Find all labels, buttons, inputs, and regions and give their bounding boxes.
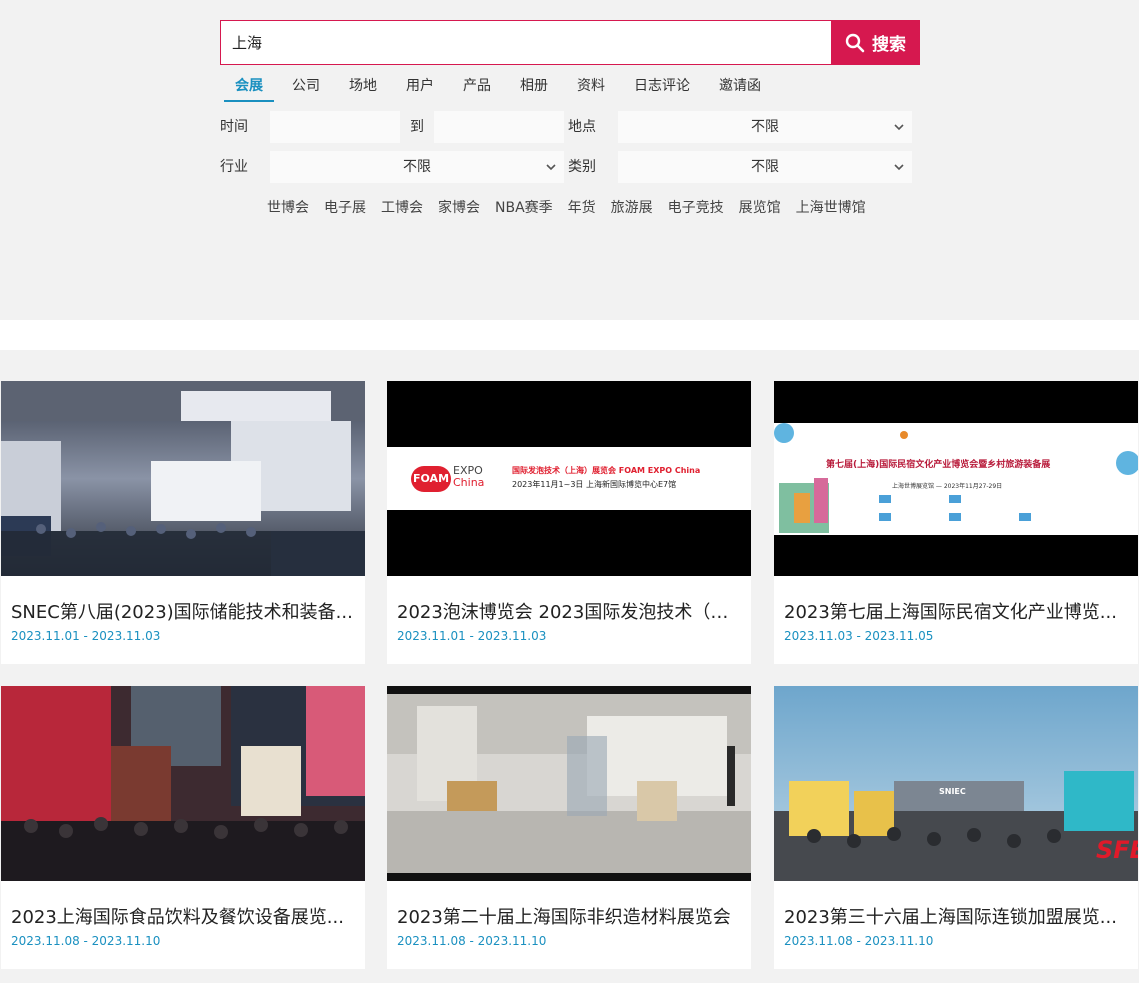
keyword-link[interactable]: 工博会 <box>381 197 423 217</box>
search-type-tabs: 会展 公司 场地 用户 产品 相册 资料 日志评论 邀请函 <box>224 76 772 102</box>
tab-blog-comments[interactable]: 日志评论 <box>623 76 701 102</box>
search-input[interactable] <box>220 20 831 65</box>
search-bar: 搜索 <box>220 20 920 65</box>
exhibition-photo: SNIEC SFE <box>774 686 1138 881</box>
tab-venues[interactable]: 场地 <box>338 76 388 102</box>
category-select[interactable]: 不限 <box>618 151 912 183</box>
keyword-link[interactable]: 展览馆 <box>739 197 781 217</box>
hot-keywords: 世博会 电子展 工博会 家博会 NBA赛季 年货 旅游展 电子竞技 展览馆 上海… <box>267 197 881 217</box>
exhibition-date: 2023.11.03 - 2023.11.05 <box>784 629 934 643</box>
exhibition-title[interactable]: 2023第三十六届上海国际连锁加盟展览... <box>784 903 1130 929</box>
to-label: 到 <box>410 119 424 135</box>
search-button[interactable]: 搜索 <box>831 20 920 65</box>
exhibition-card[interactable]: SNEC第八届(2023)国际储能技术和装备... 2023.11.01 - 2… <box>1 381 365 664</box>
keyword-link[interactable]: 电子竞技 <box>668 197 724 217</box>
foam-logo: FOAM <box>411 466 451 492</box>
exhibition-title[interactable]: 2023第二十届上海国际非织造材料展览会 <box>397 903 743 929</box>
venue-sign: SNIEC <box>939 787 966 796</box>
banner-subline: 上海世博展览馆 — 2023年11月27-29日 <box>892 483 1003 490</box>
exhibition-date: 2023.11.08 - 2023.11.10 <box>784 934 934 948</box>
start-date-input[interactable] <box>270 111 400 143</box>
tab-exhibitions[interactable]: 会展 <box>224 76 274 102</box>
tab-albums[interactable]: 相册 <box>509 76 559 102</box>
banner-subline: 2023年11月1~3日 上海新国际博览中心E7馆 <box>512 480 677 489</box>
tab-documents[interactable]: 资料 <box>566 76 616 102</box>
exhibition-date: 2023.11.01 - 2023.11.03 <box>397 629 547 643</box>
exhibition-card[interactable]: 2023上海国际食品饮料及餐饮设备展览... 2023.11.08 - 2023… <box>1 686 365 969</box>
industry-label: 行业 <box>220 159 248 175</box>
keyword-link[interactable]: 家博会 <box>438 197 480 217</box>
exhibition-photo <box>387 686 751 881</box>
location-select[interactable]: 不限 <box>618 111 912 143</box>
keyword-link[interactable]: 世博会 <box>267 197 309 217</box>
end-date-input[interactable] <box>434 111 564 143</box>
search-button-label: 搜索 <box>872 35 906 55</box>
keyword-link[interactable]: 年货 <box>568 197 596 217</box>
exhibition-card[interactable]: FOAM EXPO China 国际发泡技术（上海）展览会 FOAM EXPO … <box>387 381 751 664</box>
location-label: 地点 <box>568 119 596 135</box>
keyword-link[interactable]: NBA赛季 <box>495 197 553 217</box>
exhibition-banner: 第七届(上海)国际民宿文化产业博览会暨乡村旅游装备展 上海世博展览馆 — 202… <box>774 381 1138 576</box>
exhibition-title[interactable]: SNEC第八届(2023)国际储能技术和装备... <box>11 598 357 624</box>
tab-users[interactable]: 用户 <box>395 76 445 102</box>
exhibition-date: 2023.11.08 - 2023.11.10 <box>11 934 161 948</box>
tab-invitations[interactable]: 邀请函 <box>708 76 772 102</box>
exhibition-title[interactable]: 2023泡沫博览会 2023国际发泡技术（上... <box>397 598 743 624</box>
keyword-link[interactable]: 电子展 <box>324 197 366 217</box>
chevron-down-icon <box>546 164 556 171</box>
industry-select-value: 不限 <box>403 159 431 175</box>
exhibition-title[interactable]: 2023上海国际食品饮料及餐饮设备展览... <box>11 903 357 929</box>
tab-products[interactable]: 产品 <box>452 76 502 102</box>
exhibition-banner: FOAM EXPO China 国际发泡技术（上海）展览会 FOAM EXPO … <box>387 381 751 576</box>
keyword-link[interactable]: 上海世博馆 <box>796 197 866 217</box>
keyword-link[interactable]: 旅游展 <box>611 197 653 217</box>
exhibition-photo <box>1 686 365 881</box>
banner-headline: 第七届(上海)国际民宿文化产业博览会暨乡村旅游装备展 <box>826 460 1051 470</box>
exhibition-card[interactable]: 2023第二十届上海国际非织造材料展览会 2023.11.08 - 2023.1… <box>387 686 751 969</box>
search-icon <box>845 33 865 52</box>
foam-logo-word: China <box>453 476 485 489</box>
chevron-down-icon <box>894 124 904 131</box>
exhibition-title[interactable]: 2023第七届上海国际民宿文化产业博览... <box>784 598 1130 624</box>
section-divider <box>0 320 1139 350</box>
exhibition-photo <box>1 381 365 576</box>
sfe-watermark: SFE <box>1096 836 1138 864</box>
category-select-value: 不限 <box>751 159 779 175</box>
tab-companies[interactable]: 公司 <box>281 76 331 102</box>
category-label: 类别 <box>568 159 596 175</box>
chevron-down-icon <box>894 164 904 171</box>
time-label: 时间 <box>220 119 248 135</box>
exhibition-card[interactable]: 第七届(上海)国际民宿文化产业博览会暨乡村旅游装备展 上海世博展览馆 — 202… <box>774 381 1138 664</box>
exhibition-date: 2023.11.08 - 2023.11.10 <box>397 934 547 948</box>
filter-row-time-location: 时间 到 地点 不限 <box>220 111 920 143</box>
industry-select[interactable]: 不限 <box>270 151 564 183</box>
location-select-value: 不限 <box>751 119 779 135</box>
exhibition-date: 2023.11.01 - 2023.11.03 <box>11 629 161 643</box>
filter-row-industry-category: 行业 不限 类别 不限 <box>220 151 920 183</box>
exhibition-card[interactable]: SNIEC SFE 2023第三十六届上海国际连锁加盟展览... 2023.11… <box>774 686 1138 969</box>
banner-headline: 国际发泡技术（上海）展览会 FOAM EXPO China <box>512 466 701 475</box>
